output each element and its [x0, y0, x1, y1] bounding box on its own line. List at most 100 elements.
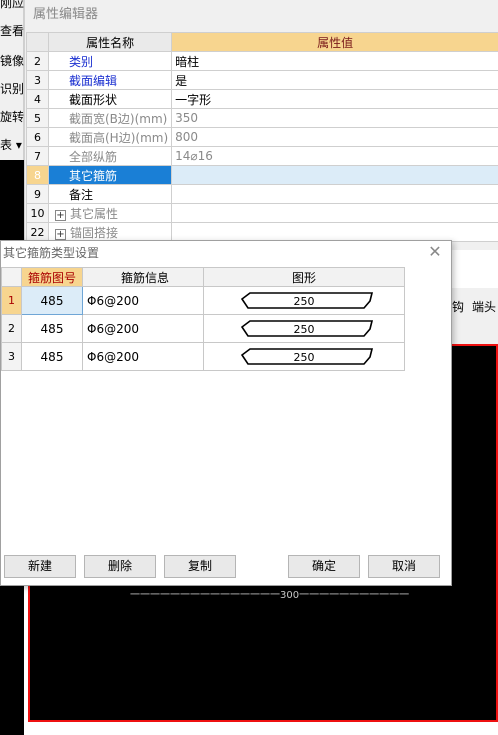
stirrup-type-dialog: 其它箍筋类型设置 ✕ 箍筋图号 箍筋信息 图形 1485Φ6@200250248… — [0, 240, 452, 586]
property-row[interactable]: 10 + 其它属性 — [27, 204, 498, 223]
dialog-title: 其它箍筋类型设置 — [1, 241, 451, 265]
stirrup-row-number: 1 — [2, 287, 22, 315]
header-name: 属性名称 — [49, 33, 172, 52]
property-value[interactable]: 350 — [172, 109, 498, 128]
property-name: 其它箍筋 — [49, 166, 172, 185]
stirrup-shape-length: 250 — [294, 323, 315, 336]
canvas-dimension-text: 一一一一一一一一一一一一一一一300一一一一一一一一一一一 — [130, 586, 409, 601]
property-value[interactable]: 一字形 — [172, 90, 498, 109]
header-shape: 图形 — [204, 268, 405, 287]
property-row-number: 8 — [27, 166, 49, 185]
expand-icon[interactable]: + — [55, 229, 66, 240]
stirrup-row[interactable]: 2485Φ6@200 250 — [2, 315, 405, 343]
left-tool-5[interactable]: 旋转点 — [0, 108, 24, 125]
stirrup-info-cell[interactable]: Φ6@200 — [83, 315, 204, 343]
left-tool-4[interactable]: 识别 — [0, 80, 24, 97]
left-tool-2[interactable]: 查看钢 — [0, 22, 24, 39]
property-row-number: 5 — [27, 109, 49, 128]
property-value[interactable] — [172, 166, 498, 185]
property-name-label: 其它属性 — [70, 207, 118, 221]
property-value[interactable] — [172, 204, 498, 223]
property-value[interactable]: 800 — [172, 128, 498, 147]
property-row[interactable]: 2 类别 暗柱 — [27, 52, 498, 71]
property-name-label: 类别 — [69, 55, 93, 69]
stirrup-row-number: 3 — [2, 343, 22, 371]
property-row-number: 22 — [27, 223, 49, 242]
property-editor-panel: 属性编辑器 属性名称 属性值 2类别暗柱3截面编辑是4截面形状一字形5截面宽(B… — [24, 0, 498, 250]
stirrup-info-cell[interactable]: Φ6@200 — [83, 343, 204, 371]
property-name: 截面形状 — [49, 90, 172, 109]
property-row-number: 2 — [27, 52, 49, 71]
property-table-header: 属性名称 属性值 — [27, 33, 498, 52]
property-name: 截面编辑 — [49, 71, 172, 90]
stirrup-shape-cell[interactable]: 250 — [204, 343, 405, 371]
expand-icon[interactable]: + — [55, 210, 66, 221]
property-name-label: 其它箍筋 — [69, 169, 117, 183]
hook-tool[interactable]: 钩 — [452, 298, 464, 315]
property-name: + 其它属性 — [49, 204, 172, 223]
property-name-label: 截面高(H边)(mm) — [69, 131, 168, 145]
delete-button[interactable]: 删除 — [84, 555, 156, 578]
property-name: 类别 — [49, 52, 172, 71]
stirrup-shape-length: 250 — [294, 351, 315, 364]
property-name-label: 锚固搭接 — [70, 226, 118, 240]
property-row[interactable]: 9 备注 — [27, 185, 498, 204]
property-value[interactable] — [172, 185, 498, 204]
property-row-number: 3 — [27, 71, 49, 90]
header-num-cell — [27, 33, 49, 52]
stirrup-info-cell[interactable]: Φ6@200 — [83, 287, 204, 315]
header-stirrup-info: 箍筋信息 — [83, 268, 204, 287]
stirrup-row[interactable]: 1485Φ6@200 250 — [2, 287, 405, 315]
stirrup-no-cell[interactable]: 485 — [22, 343, 83, 371]
property-name-label: 截面宽(B边)(mm) — [69, 112, 167, 126]
property-value[interactable] — [172, 223, 498, 242]
property-name: + 锚固搭接 — [49, 223, 172, 242]
property-table: 属性名称 属性值 2类别暗柱3截面编辑是4截面形状一字形5截面宽(B边)(mm)… — [26, 32, 498, 242]
end-tool[interactable]: 端头 — [472, 298, 496, 315]
property-row[interactable]: 22 + 锚固搭接 — [27, 223, 498, 242]
property-name-label: 备注 — [69, 188, 93, 202]
left-tool-1[interactable]: 刚应月 — [0, 0, 24, 11]
stirrup-row-number: 2 — [2, 315, 22, 343]
header-value: 属性值 — [172, 33, 498, 52]
close-icon[interactable]: ✕ — [427, 244, 443, 260]
property-name: 截面高(H边)(mm) — [49, 128, 172, 147]
ok-button[interactable]: 确定 — [288, 555, 360, 578]
property-name-label: 截面形状 — [69, 93, 117, 107]
property-name: 全部纵筋 — [49, 147, 172, 166]
stirrup-shape-length: 250 — [294, 295, 315, 308]
cancel-button[interactable]: 取消 — [368, 555, 440, 578]
stirrup-shape-cell[interactable]: 250 — [204, 315, 405, 343]
property-value[interactable]: 14⌀16 — [172, 147, 498, 166]
property-row[interactable]: 7 全部纵筋 14⌀16 — [27, 147, 498, 166]
right-tool-strip: 钩 端头 — [450, 288, 498, 344]
property-name: 备注 — [49, 185, 172, 204]
left-tool-6[interactable]: 表 ▾ — [0, 136, 24, 153]
property-row-number: 6 — [27, 128, 49, 147]
property-value[interactable]: 暗柱 — [172, 52, 498, 71]
property-row[interactable]: 8 其它箍筋 — [27, 166, 498, 185]
stirrup-no-cell[interactable]: 485 — [22, 287, 83, 315]
property-row[interactable]: 4截面形状一字形 — [27, 90, 498, 109]
property-row-number: 10 — [27, 204, 49, 223]
property-editor-title: 属性编辑器 — [25, 0, 498, 32]
left-tool-3[interactable]: 镜像 — [0, 52, 24, 69]
property-row-number: 7 — [27, 147, 49, 166]
header-stirrup-no: 箍筋图号 — [22, 268, 83, 287]
property-name-label: 全部纵筋 — [69, 150, 117, 164]
stirrup-table: 箍筋图号 箍筋信息 图形 1485Φ6@2002502485Φ6@2002503… — [1, 267, 405, 371]
new-button[interactable]: 新建 — [4, 555, 76, 578]
property-name-label: 截面编辑 — [69, 74, 117, 88]
stirrup-table-header: 箍筋图号 箍筋信息 图形 — [2, 268, 405, 287]
property-row[interactable]: 6 截面高(H边)(mm) 800 — [27, 128, 498, 147]
stirrup-shape-cell[interactable]: 250 — [204, 287, 405, 315]
header-row-cell — [2, 268, 22, 287]
property-row[interactable]: 3 截面编辑 是 — [27, 71, 498, 90]
stirrup-no-cell[interactable]: 485 — [22, 315, 83, 343]
property-row[interactable]: 5 截面宽(B边)(mm) 350 — [27, 109, 498, 128]
copy-button[interactable]: 复制 — [164, 555, 236, 578]
property-name: 截面宽(B边)(mm) — [49, 109, 172, 128]
property-row-number: 9 — [27, 185, 49, 204]
property-value[interactable]: 是 — [172, 71, 498, 90]
stirrup-row[interactable]: 3485Φ6@200 250 — [2, 343, 405, 371]
